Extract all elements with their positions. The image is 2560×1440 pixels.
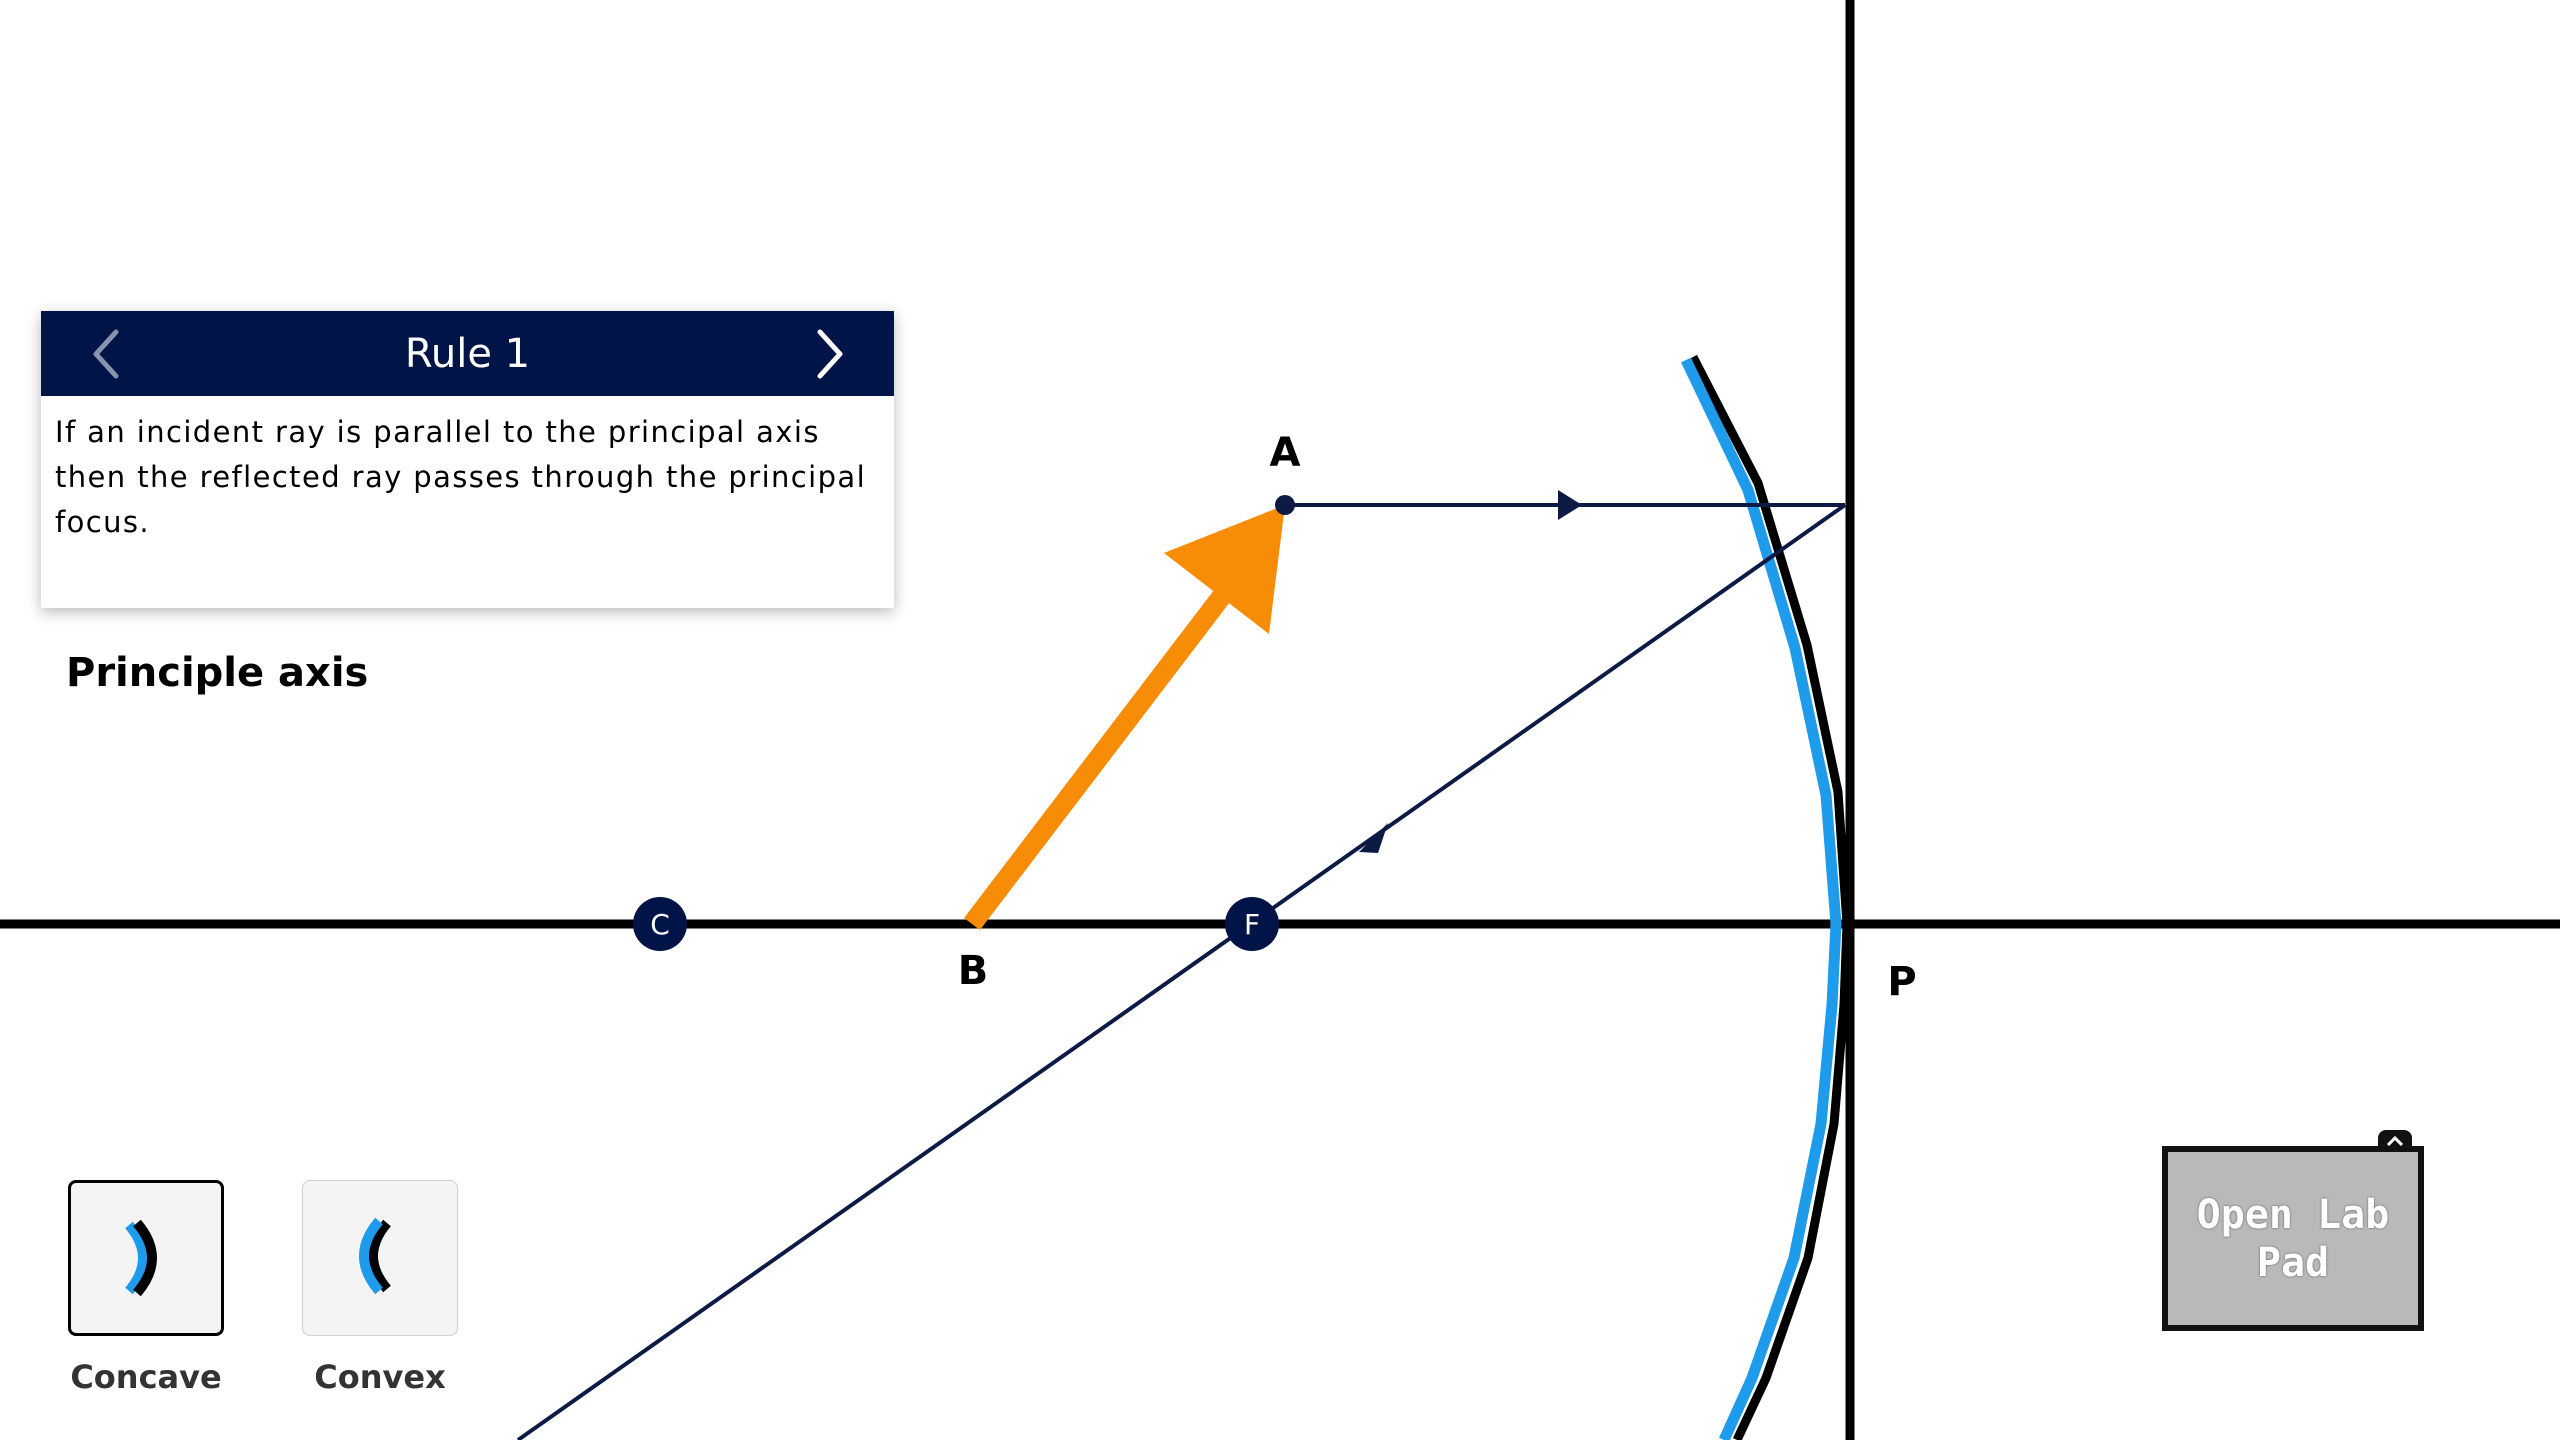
concave-mirror-icon bbox=[125, 1219, 157, 1297]
chevron-right-icon bbox=[817, 329, 842, 378]
mirror-reflecting-surface bbox=[1681, 357, 1842, 1440]
incident-ray-arrowhead bbox=[1558, 490, 1582, 520]
rule-description: If an incident ray is parallel to the pr… bbox=[55, 415, 867, 539]
principal-axis-label: Principle axis bbox=[66, 650, 369, 696]
center-of-curvature-marker[interactable]: C bbox=[633, 897, 687, 951]
convex-mirror-button[interactable] bbox=[302, 1180, 458, 1336]
focus-point-marker[interactable]: F bbox=[1225, 897, 1279, 951]
point-b-label: B bbox=[958, 948, 989, 994]
point-p-label: P bbox=[1887, 959, 1916, 1005]
chevron-left-icon bbox=[93, 329, 118, 378]
concave-label: Concave bbox=[70, 1358, 222, 1396]
rule-title: Rule 1 bbox=[404, 330, 531, 377]
open-lab-pad-label: Open Lab Pad bbox=[2196, 1191, 2390, 1286]
concave-mirror-button[interactable] bbox=[68, 1180, 224, 1336]
rule-card: Rule 1 If an incident ray is parallel to… bbox=[41, 311, 894, 608]
point-c-label: C bbox=[650, 908, 670, 941]
object-arrow-shaft bbox=[964, 589, 1230, 931]
rule-card-header: Rule 1 bbox=[41, 311, 894, 396]
next-rule-button[interactable] bbox=[787, 311, 872, 396]
point-a-dot[interactable] bbox=[1275, 495, 1295, 515]
point-a-label: A bbox=[1270, 430, 1301, 476]
object-arrow-head bbox=[1164, 505, 1285, 634]
convex-mirror-icon bbox=[359, 1217, 391, 1295]
reflected-ray-arrowhead bbox=[1359, 823, 1388, 853]
open-lab-pad-button[interactable]: Open Lab Pad bbox=[2162, 1146, 2424, 1331]
convex-label: Convex bbox=[314, 1358, 446, 1396]
point-f-label: F bbox=[1244, 908, 1260, 941]
prev-rule-button[interactable] bbox=[63, 311, 148, 396]
canvas-stage: C F A B P Rule 1 If an incident ray is p… bbox=[0, 0, 2560, 1440]
